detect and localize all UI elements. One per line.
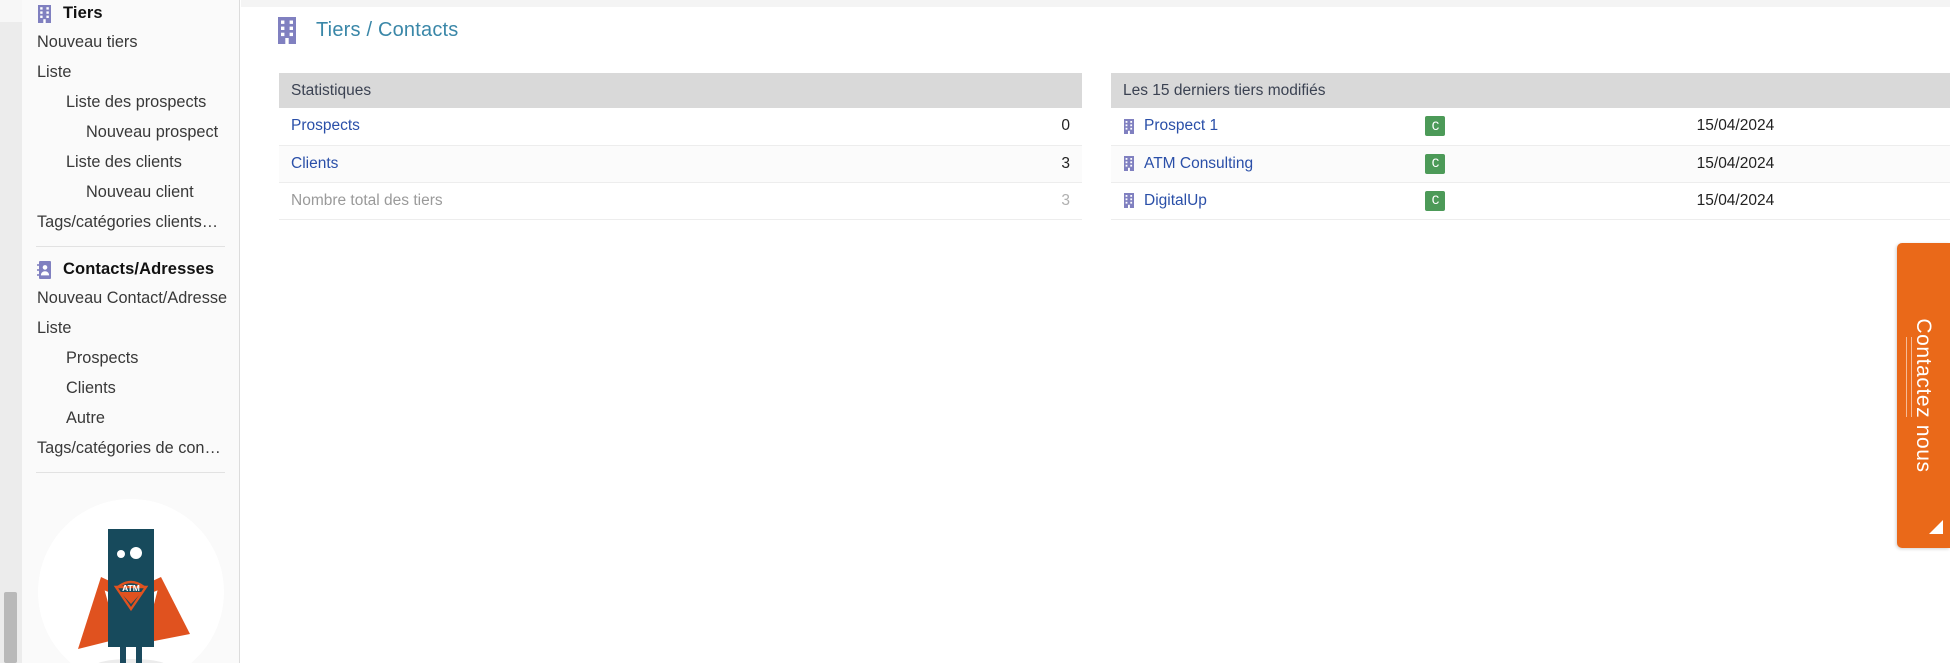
sidebar-group-header-contacts: Contacts/Adresses bbox=[22, 247, 239, 283]
recent-tiers-table: Prospect 1 C 15/04/2024 ATM Consulting C… bbox=[1111, 108, 1950, 220]
sidebar-item-tags-categories-clients[interactable]: Tags/catégories clients/pr… bbox=[22, 207, 222, 237]
sidebar-item-liste-contacts[interactable]: Liste bbox=[22, 313, 239, 343]
recent-tiers-panel-header: Les 15 derniers tiers modifiés Liste com… bbox=[1111, 73, 1950, 108]
tiers-modified-date: 15/04/2024 bbox=[1684, 182, 1935, 220]
sidebar-item-liste-tiers[interactable]: Liste bbox=[22, 57, 239, 87]
building-icon bbox=[37, 4, 52, 23]
table-row[interactable]: Prospect 1 C 15/04/2024 bbox=[1111, 108, 1950, 146]
left-gutter bbox=[0, 0, 22, 663]
table-row[interactable]: Prospects 0 bbox=[279, 108, 1082, 146]
sidebar-group-title: Tiers bbox=[63, 4, 103, 22]
sidebar-item-contacts-autre[interactable]: Autre bbox=[22, 403, 239, 433]
contact-us-label: Contactez nous bbox=[1912, 318, 1936, 473]
sidebar-item-nouveau-prospect[interactable]: Nouveau prospect bbox=[22, 117, 239, 147]
tiers-name-link[interactable]: ATM Consulting bbox=[1144, 155, 1253, 173]
statistics-table: Prospects 0 Clients 3 Nombre total des t… bbox=[279, 108, 1082, 220]
left-gutter-top-cap bbox=[0, 0, 22, 22]
status-badge: C bbox=[1425, 190, 1446, 211]
sidebar-divider-2 bbox=[36, 472, 225, 473]
sidebar-mascot: ATM bbox=[22, 499, 239, 663]
svg-text:ATM: ATM bbox=[122, 583, 140, 593]
recent-tiers-panel-title: Les 15 derniers tiers modifiés bbox=[1123, 81, 1326, 99]
building-icon bbox=[1123, 193, 1135, 208]
expand-arrow-icon bbox=[1929, 520, 1943, 534]
atm-mascot-illustration: ATM bbox=[37, 499, 224, 663]
tiers-modified-date: 15/04/2024 bbox=[1684, 145, 1935, 183]
table-row: Nombre total des tiers 3 bbox=[279, 182, 1082, 220]
sidebar-item-contacts-clients[interactable]: Clients bbox=[22, 373, 239, 403]
building-icon bbox=[1123, 156, 1135, 171]
stat-value-total-tiers: 3 bbox=[905, 182, 1082, 220]
breadcrumb: Tiers / Contacts bbox=[276, 17, 459, 44]
contact-us-tab[interactable]: Contactez nous bbox=[1897, 243, 1950, 548]
building-icon bbox=[276, 17, 298, 44]
table-row[interactable]: Clients 3 bbox=[279, 145, 1082, 183]
breadcrumb-title[interactable]: Tiers / Contacts bbox=[316, 19, 459, 42]
sidebar-item-contacts-prospects[interactable]: Prospects bbox=[22, 343, 239, 373]
main-content: Tiers / Contacts Statistiques Prospects … bbox=[241, 0, 1950, 663]
status-badge: C bbox=[1425, 116, 1446, 137]
application-root: Tiers Nouveau tiers Liste Liste des pros… bbox=[0, 0, 1950, 663]
sidebar-group-header-tiers: Tiers bbox=[22, 0, 239, 27]
sidebar-item-liste-des-prospects[interactable]: Liste des prospects bbox=[22, 87, 239, 117]
tiers-modified-date: 15/04/2024 bbox=[1684, 108, 1935, 146]
statistics-panel: Statistiques Prospects 0 Clients 3 Nombr… bbox=[279, 73, 1082, 220]
stat-value-clients: 3 bbox=[905, 145, 1082, 183]
status-badge: C bbox=[1425, 153, 1446, 174]
sidebar: Tiers Nouveau tiers Liste Liste des pros… bbox=[22, 0, 240, 663]
sidebar-item-nouveau-tiers[interactable]: Nouveau tiers bbox=[22, 27, 239, 57]
tiers-name-link[interactable]: Prospect 1 bbox=[1144, 117, 1218, 135]
stat-label-prospects[interactable]: Prospects bbox=[291, 117, 360, 134]
stat-value-prospects: 0 bbox=[905, 108, 1082, 146]
table-row[interactable]: DigitalUp C 15/04/2024 bbox=[1111, 182, 1950, 220]
sidebar-group-contacts: Contacts/Adresses Nouveau Contact/Adress… bbox=[22, 247, 239, 463]
building-icon bbox=[1123, 118, 1135, 134]
sidebar-item-tags-categories-contacts[interactable]: Tags/catégories de conta… bbox=[22, 433, 222, 463]
stat-label-clients[interactable]: Clients bbox=[291, 155, 338, 172]
sidebar-group-title: Contacts/Adresses bbox=[63, 260, 215, 278]
statistics-panel-header: Statistiques bbox=[279, 73, 1082, 108]
sidebar-item-nouveau-client[interactable]: Nouveau client bbox=[22, 177, 239, 207]
contact-card-icon bbox=[37, 260, 52, 279]
sidebar-group-tiers: Tiers Nouveau tiers Liste Liste des pros… bbox=[22, 0, 239, 237]
statistics-panel-title: Statistiques bbox=[291, 81, 372, 99]
stat-label-total-tiers: Nombre total des tiers bbox=[291, 191, 443, 209]
main-top-strip bbox=[241, 0, 1950, 7]
tiers-name-link[interactable]: DigitalUp bbox=[1144, 192, 1207, 210]
page-scrollbar-thumb[interactable] bbox=[4, 592, 17, 663]
table-row[interactable]: ATM Consulting C 15/04/2024 bbox=[1111, 145, 1950, 183]
sidebar-item-liste-des-clients[interactable]: Liste des clients bbox=[22, 147, 239, 177]
recent-tiers-panel: Les 15 derniers tiers modifiés Liste com… bbox=[1111, 73, 1950, 220]
sidebar-item-nouveau-contact-adresse[interactable]: Nouveau Contact/Adresse bbox=[22, 283, 239, 313]
